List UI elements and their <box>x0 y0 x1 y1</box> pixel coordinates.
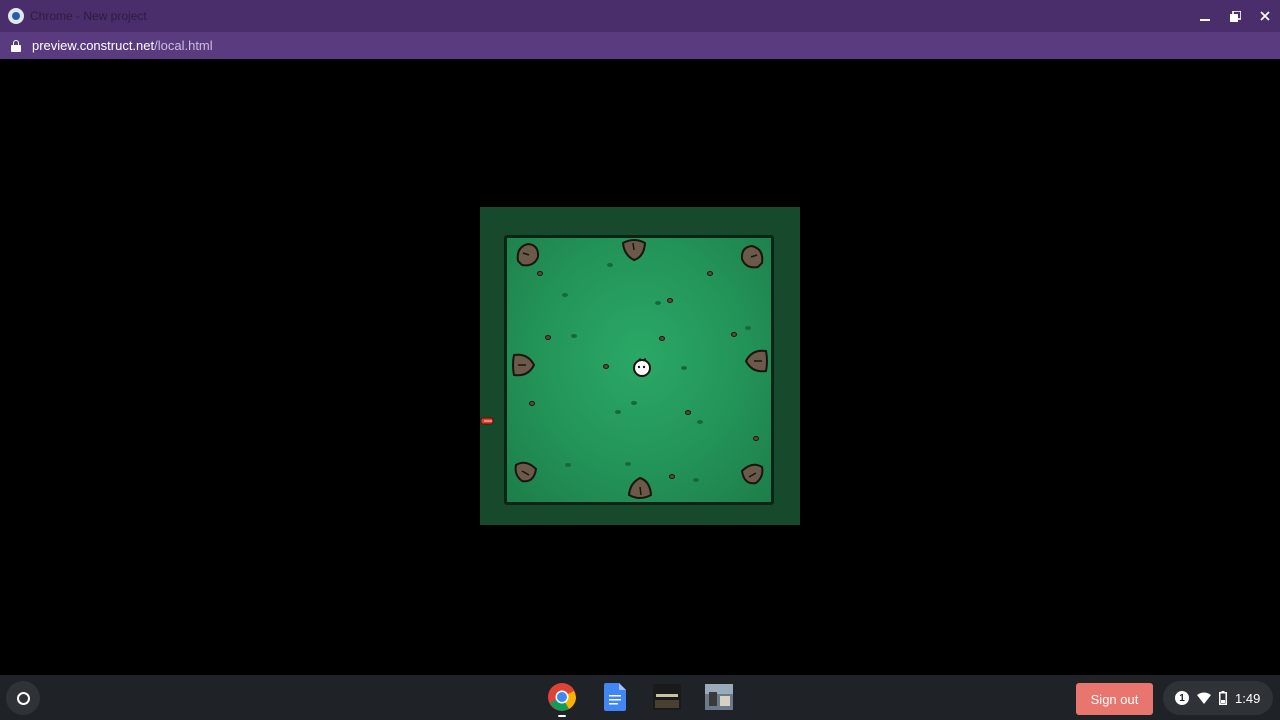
pebble <box>659 336 665 341</box>
pebble <box>537 271 543 276</box>
pebble <box>529 401 535 406</box>
grass-tuft <box>655 301 661 305</box>
launcher-icon <box>16 691 30 705</box>
restore-icon <box>1229 10 1241 22</box>
chrome-icon <box>548 683 576 711</box>
grass-tuft <box>697 420 703 424</box>
pebble <box>685 410 691 415</box>
restore-button[interactable] <box>1220 0 1250 32</box>
pebble <box>753 436 759 441</box>
shelf-app-4[interactable] <box>702 680 736 714</box>
projectile-sprite <box>480 417 494 425</box>
url-text[interactable]: preview.construct.net/local.html <box>32 38 213 53</box>
grass-tuft <box>681 366 687 370</box>
window-controls <box>1190 0 1280 32</box>
pebble <box>669 474 675 479</box>
enemy-golem <box>740 463 764 485</box>
chrome-app-icon <box>8 8 24 24</box>
game-canvas[interactable] <box>480 207 800 525</box>
clock: 1:49 <box>1235 690 1261 706</box>
grass-tuft <box>631 401 637 405</box>
close-icon <box>1260 11 1270 21</box>
window-title: Chrome - New project <box>30 9 147 23</box>
page-viewport <box>0 59 1280 675</box>
window-titlebar[interactable]: Chrome - New project <box>0 0 1280 32</box>
enemy-golem <box>516 242 540 267</box>
enemy-golem <box>512 353 536 377</box>
battery-icon <box>1219 691 1227 705</box>
notification-badge[interactable]: 1 <box>1175 691 1189 705</box>
pebble <box>603 364 609 369</box>
lock-icon[interactable] <box>11 39 21 52</box>
enemy-golem <box>740 244 764 269</box>
pebble <box>667 298 673 303</box>
grass-tuft <box>571 334 577 338</box>
app-thumbnail-icon <box>653 684 681 710</box>
sign-out-button[interactable]: Sign out <box>1076 683 1153 715</box>
grass-tuft <box>693 478 699 482</box>
os-shelf: Sign out 1 1:49 <box>0 675 1280 720</box>
shelf-app-chrome[interactable] <box>545 680 579 717</box>
wifi-icon <box>1197 692 1211 704</box>
url-path: /local.html <box>154 38 213 53</box>
minimize-button[interactable] <box>1190 0 1220 32</box>
grass-tuft <box>565 463 571 467</box>
docs-icon <box>604 683 626 711</box>
enemy-golem <box>621 239 647 262</box>
url-host: preview.construct.net <box>32 38 155 53</box>
grass-tuft <box>615 410 621 414</box>
grass-tuft <box>562 293 568 297</box>
grass-tuft <box>607 263 613 267</box>
enemy-golem <box>514 461 538 483</box>
pebble <box>707 271 713 276</box>
grass-tuft <box>625 462 631 466</box>
app-thumbnail-icon <box>705 684 733 710</box>
player-character <box>633 357 651 377</box>
enemy-golem <box>744 349 768 373</box>
shelf-app-docs[interactable] <box>598 680 632 714</box>
shelf-app-3[interactable] <box>650 680 684 714</box>
close-button[interactable] <box>1250 0 1280 32</box>
grass-tuft <box>745 326 751 330</box>
pebble <box>731 332 737 337</box>
status-tray[interactable]: 1 1:49 <box>1163 681 1273 715</box>
pebble <box>545 335 551 340</box>
enemy-golem <box>627 476 653 499</box>
address-bar[interactable]: preview.construct.net/local.html <box>0 32 1280 59</box>
launcher-button[interactable] <box>6 681 40 715</box>
minimize-icon <box>1200 19 1210 21</box>
